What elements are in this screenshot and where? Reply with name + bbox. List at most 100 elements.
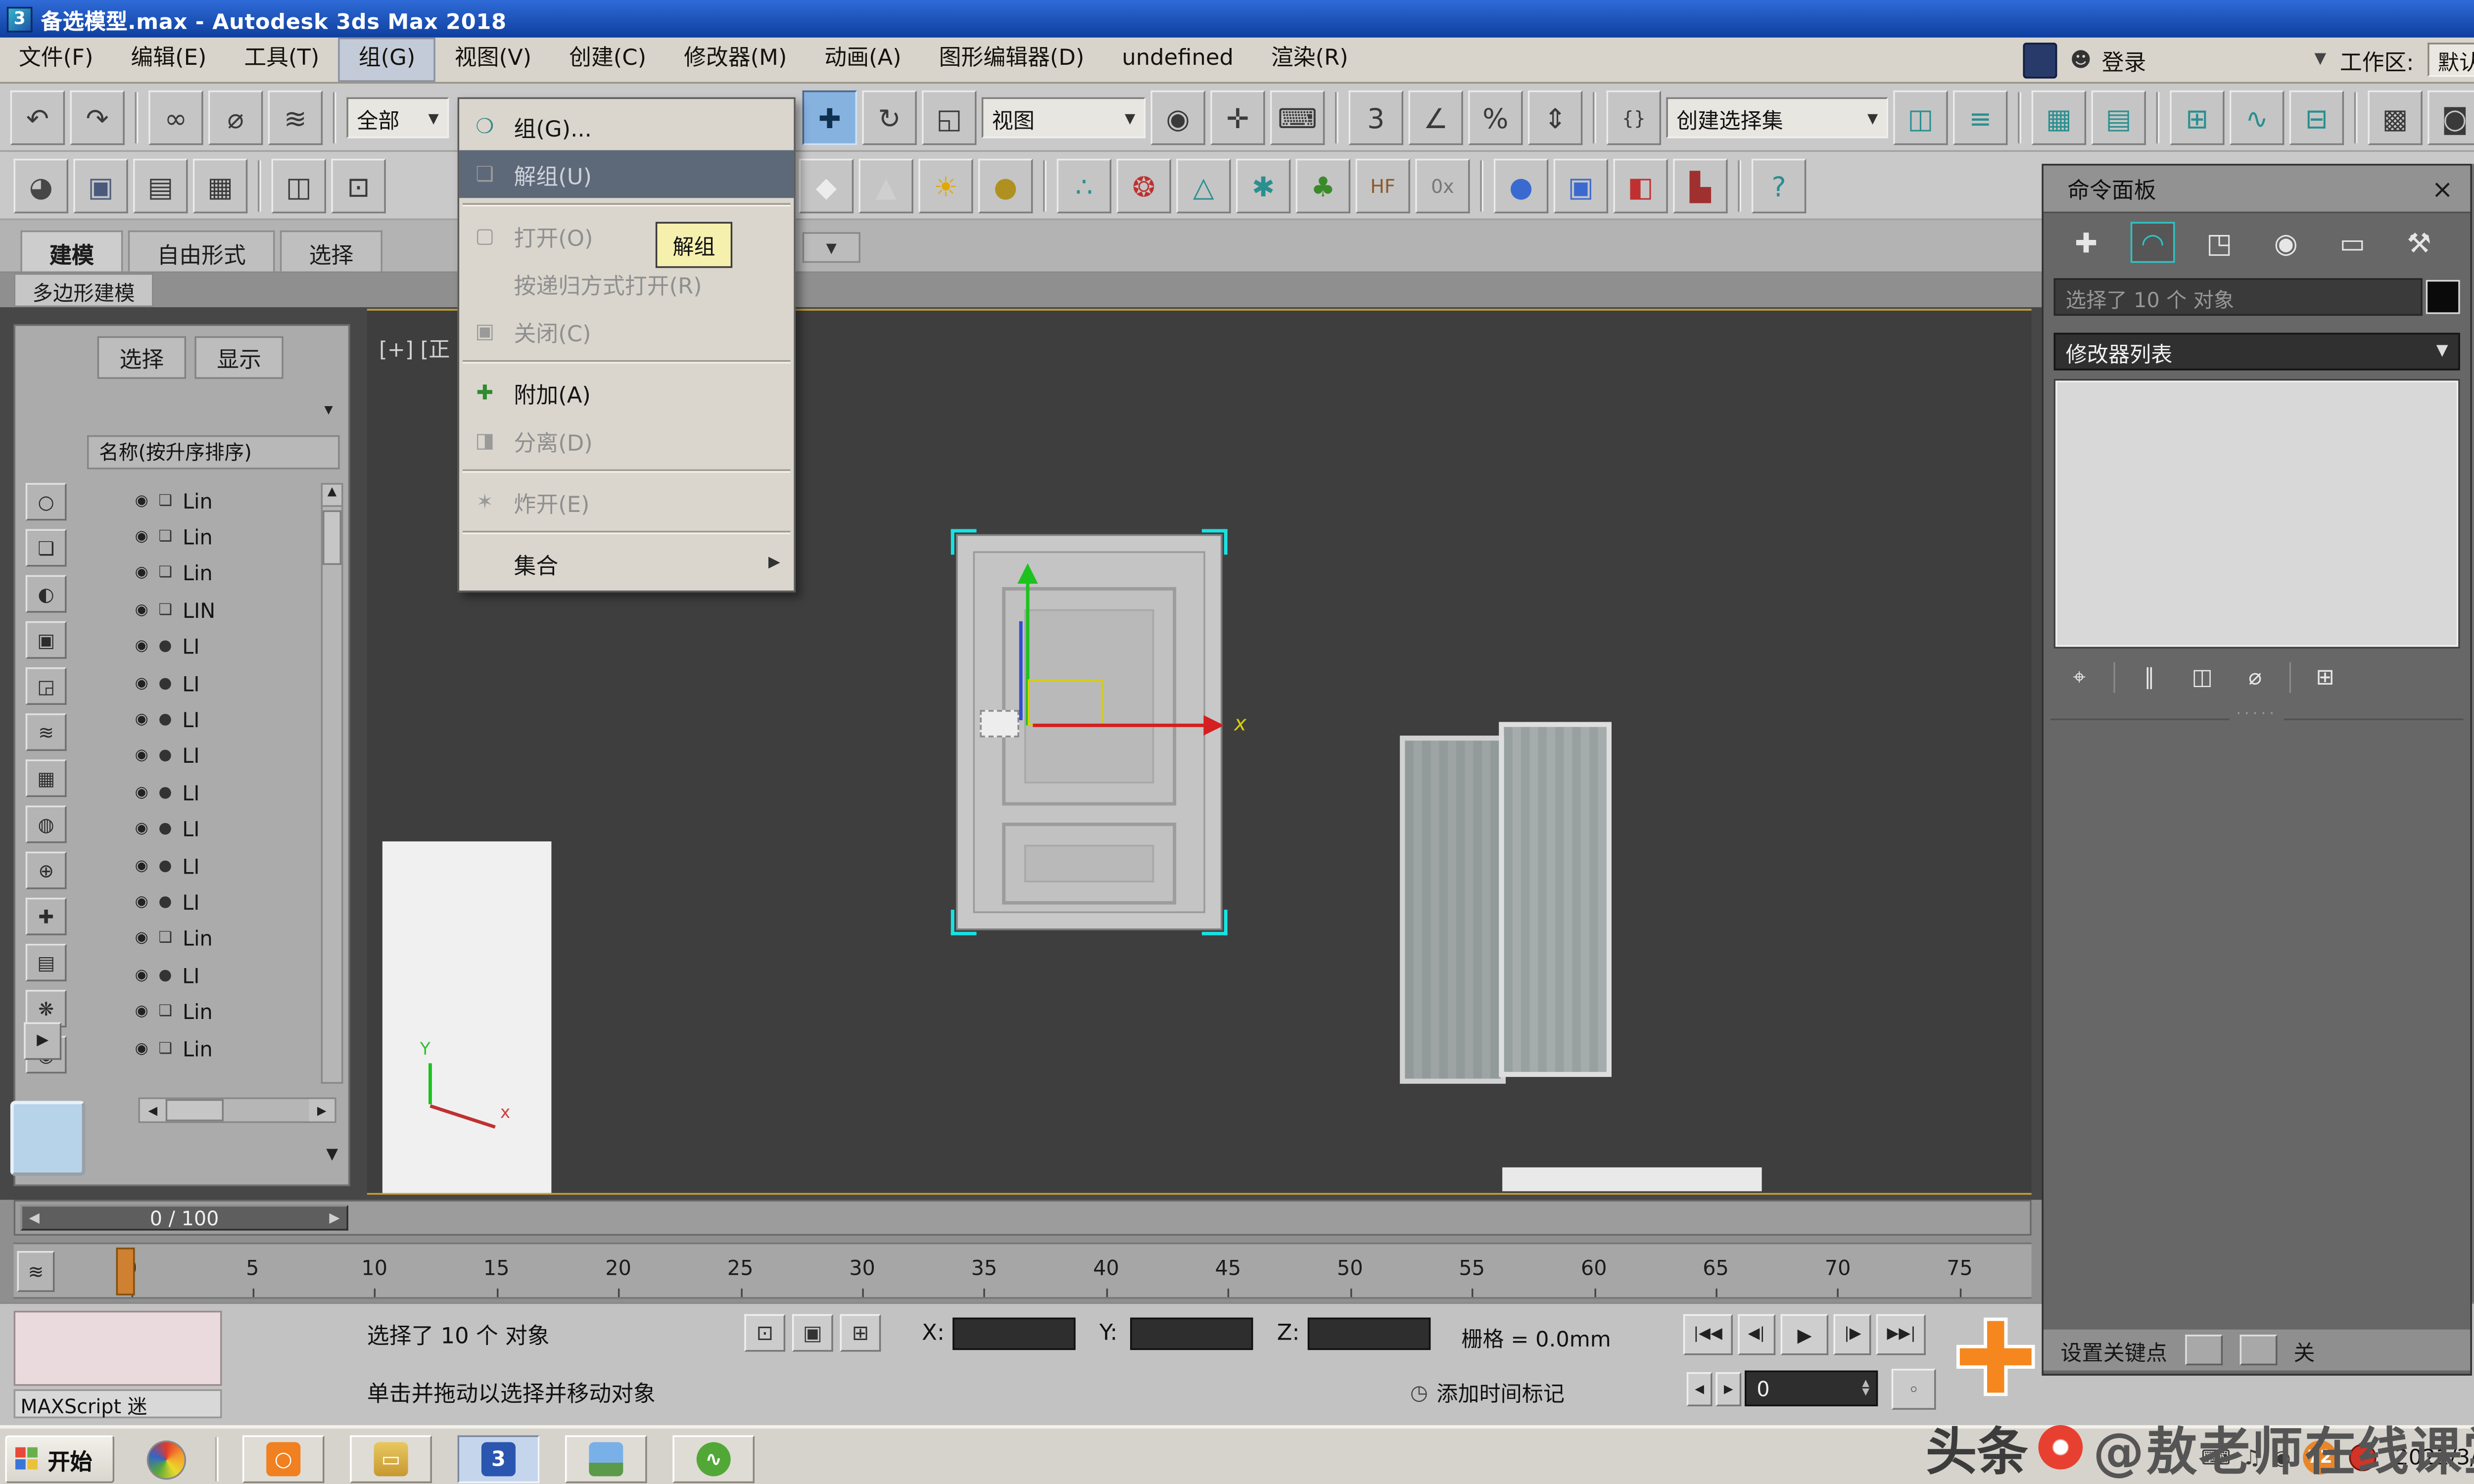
menubar-item[interactable]: 创建(C)	[550, 38, 665, 82]
go-to-start-button[interactable]: |◀◀	[1683, 1314, 1733, 1355]
scrollbar-thumb[interactable]	[165, 1099, 224, 1121]
reference-coordinate-dropdown[interactable]: 视图 ▼	[981, 97, 1146, 139]
ribbon-tab[interactable]: 建模	[20, 230, 123, 272]
building-button[interactable]: ▙	[1673, 158, 1728, 214]
particle-systems-button[interactable]: ∴	[1056, 158, 1112, 214]
visibility-eye-icon[interactable]: ◉	[135, 748, 148, 766]
z-coordinate-field[interactable]	[1307, 1317, 1431, 1350]
start-button[interactable]: 开始	[5, 1435, 115, 1484]
select-and-manipulate-button[interactable]: ✛	[1210, 90, 1265, 145]
menubar-item[interactable]: 编辑(E)	[112, 38, 225, 82]
angle-snap-button[interactable]: ∠	[1408, 90, 1463, 145]
tab-create[interactable]: ✚	[2064, 222, 2108, 263]
redo-button[interactable]: ↷	[70, 90, 125, 145]
ribbon-tab[interactable]: 选择	[280, 230, 383, 272]
taskbar-app-image-viewer[interactable]	[565, 1435, 647, 1484]
menubar-item[interactable]: undefined	[1103, 38, 1252, 82]
selection-lock-toggle[interactable]: ▣	[792, 1314, 833, 1352]
gizmo-plane-handle[interactable]	[1028, 679, 1103, 726]
scene-list-item[interactable]: ◉ ● LI	[77, 958, 317, 994]
workspace-dropdown[interactable]: 默认 ▼	[2427, 43, 2474, 77]
visibility-eye-icon[interactable]: ◉	[135, 931, 148, 948]
render-setup-button[interactable]: ▩	[2368, 90, 2423, 145]
scene-utility-2-button[interactable]: ▣	[73, 158, 128, 214]
sliding-door-object[interactable]	[1400, 722, 1612, 1084]
menubar-item[interactable]: 工具(T)	[225, 38, 338, 82]
scene-list-item[interactable]: ◉ ❏ Lin	[77, 1030, 317, 1067]
scroll-right-icon[interactable]: ▶	[309, 1099, 335, 1121]
schematic-view-button[interactable]: ⊟	[2289, 90, 2344, 145]
scroll-left-icon[interactable]: ◀	[140, 1099, 166, 1121]
next-key-button[interactable]: ▶	[1715, 1372, 1742, 1406]
scene-utility-1-button[interactable]: ◕	[13, 158, 69, 214]
rendered-frame-window-button[interactable]: ◙	[2427, 90, 2474, 145]
scene-list-item[interactable]: ◉ ❏ Lin	[77, 994, 317, 1031]
display-frozen-icon[interactable]: ❋	[25, 990, 67, 1028]
gizmo-z-axis[interactable]	[1019, 621, 1023, 720]
key-filters-button[interactable]	[2238, 1335, 2277, 1366]
display-xrefs-icon[interactable]: ◍	[25, 805, 67, 843]
key-filter-label[interactable]: 关	[2293, 1334, 2315, 1366]
object-color-swatch[interactable]	[2426, 279, 2460, 314]
set-key-button[interactable]	[2184, 1335, 2222, 1366]
tab-modify[interactable]: ◠	[2130, 222, 2175, 263]
named-selection-sets-dropdown[interactable]: 创建选择集 ▼	[1666, 97, 1888, 139]
play-button[interactable]: ▶	[1780, 1314, 1829, 1355]
edit-named-selection-sets-button[interactable]: {}	[1606, 90, 1662, 145]
help-button[interactable]: ?	[1751, 158, 1807, 214]
command-panel-titlebar[interactable]: 命令面板 ×	[2043, 165, 2471, 214]
mirror-button[interactable]: ◫	[1893, 90, 1948, 145]
visibility-eye-icon[interactable]: ◉	[135, 858, 148, 875]
remove-modifier-button[interactable]: ⌀	[2236, 660, 2274, 695]
menubar-item[interactable]: 动画(A)	[806, 38, 920, 82]
display-geometry-icon[interactable]: ○	[25, 483, 67, 521]
scene-list-item[interactable]: ◉ ● LI	[77, 848, 317, 884]
visibility-eye-icon[interactable]: ◉	[135, 821, 148, 838]
blue-sphere-button[interactable]: ●	[1493, 158, 1549, 214]
display-lights-icon[interactable]: ◐	[25, 575, 67, 613]
explorer-expand-button[interactable]: ▶	[24, 1022, 62, 1060]
select-and-scale-button[interactable]: ◱	[922, 90, 977, 145]
scene-utility-4-button[interactable]: ▦	[192, 158, 248, 214]
color-swatch-button[interactable]: ◧	[1613, 158, 1668, 214]
scene-list-item[interactable]: ◉ ❏ LIN	[77, 593, 317, 629]
modifier-stack[interactable]	[2053, 378, 2460, 649]
taskbar-app-browser[interactable]: ○	[242, 1435, 325, 1484]
menubar-item[interactable]: 文件(F)	[0, 38, 112, 82]
use-pivot-center-button[interactable]: ◉	[1150, 90, 1205, 145]
y-coordinate-field[interactable]	[1130, 1317, 1253, 1350]
viewport-label[interactable]: [+] [正	[379, 331, 450, 364]
sunlight-button[interactable]: ☀	[918, 158, 973, 214]
previous-frame-button[interactable]: ◀|	[1737, 1314, 1775, 1355]
add-time-tag[interactable]: ◷ 添加时间标记	[1410, 1376, 1565, 1408]
sill-object[interactable]	[1502, 1167, 1762, 1192]
undo-button[interactable]: ↶	[10, 90, 65, 145]
make-unique-button[interactable]: ◫	[2184, 660, 2221, 695]
select-and-move-button[interactable]: ✚	[802, 90, 857, 145]
configure-modifier-sets-button[interactable]: ⊞	[2306, 660, 2344, 695]
display-containers-icon[interactable]: ✚	[25, 897, 67, 935]
explorer-tab[interactable]: 显示	[194, 336, 284, 379]
spinner-arrows-icon[interactable]: ▲ ▼	[1862, 1379, 1869, 1397]
menubar-item[interactable]: 修改器(M)	[665, 38, 806, 82]
tab-display[interactable]: ▭	[2331, 222, 2375, 263]
group-menu-item[interactable]: ❍ 组(G)...	[459, 102, 794, 150]
scene-list-item[interactable]: ◉ ❏ Lin	[77, 483, 317, 519]
scrollbar-thumb[interactable]	[323, 510, 342, 565]
scene-list-item[interactable]: ◉ ● LI	[77, 629, 317, 666]
visibility-eye-icon[interactable]: ◉	[135, 1040, 148, 1058]
taskbar-app-3dsmax[interactable]: 3	[457, 1435, 540, 1484]
select-and-rotate-button[interactable]: ↻	[862, 90, 917, 145]
time-slider[interactable]: ◀ 0 / 100 ▶	[13, 1200, 2032, 1236]
display-cameras-icon[interactable]: ▣	[25, 621, 67, 659]
set-key-label[interactable]: 设置关键点	[2060, 1334, 2167, 1366]
ribbon-tab[interactable]: 自由形式	[128, 230, 275, 272]
track-bar[interactable]: ≋ 051015202530354045505560657075	[13, 1242, 2032, 1299]
visibility-eye-icon[interactable]: ◉	[135, 1004, 148, 1021]
scene-list-item[interactable]: ◉ ● LI	[77, 702, 317, 739]
exposure-control-button[interactable]: 0x	[1415, 158, 1470, 214]
scene-utility-3-button[interactable]: ▤	[133, 158, 188, 214]
tab-motion[interactable]: ◉	[2264, 222, 2308, 263]
explorer-options-caret-icon[interactable]: ▾	[324, 401, 333, 420]
display-bones-icon[interactable]: ⊕	[25, 851, 67, 889]
